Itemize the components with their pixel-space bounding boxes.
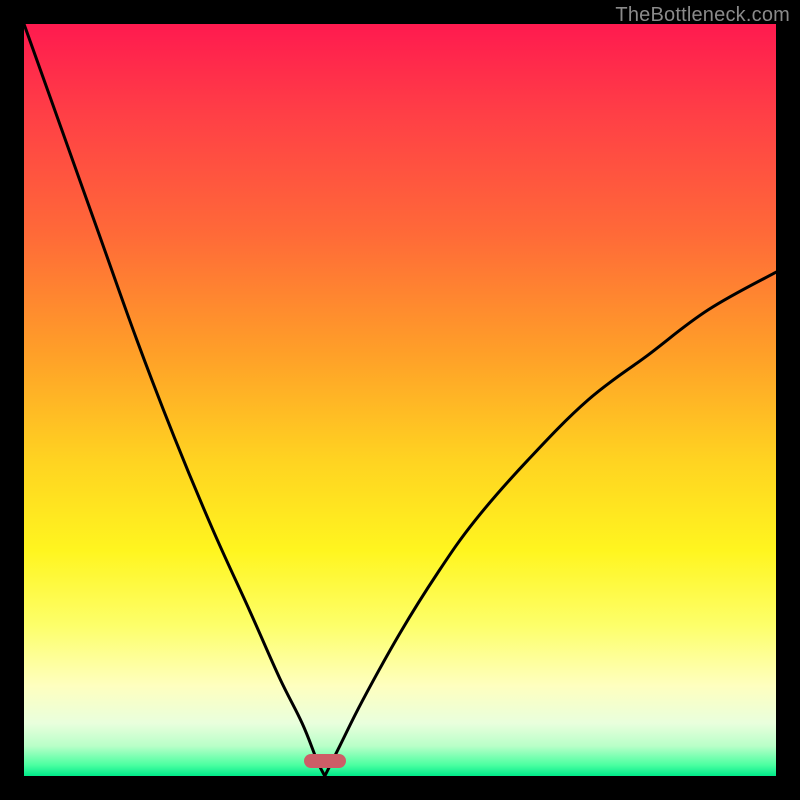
left-curve-path [24, 24, 325, 776]
optimum-marker [304, 754, 346, 768]
chart-frame [24, 24, 776, 776]
right-curve-path [325, 272, 776, 776]
chart-curves-svg [24, 24, 776, 776]
watermark-text: TheBottleneck.com [615, 4, 790, 27]
